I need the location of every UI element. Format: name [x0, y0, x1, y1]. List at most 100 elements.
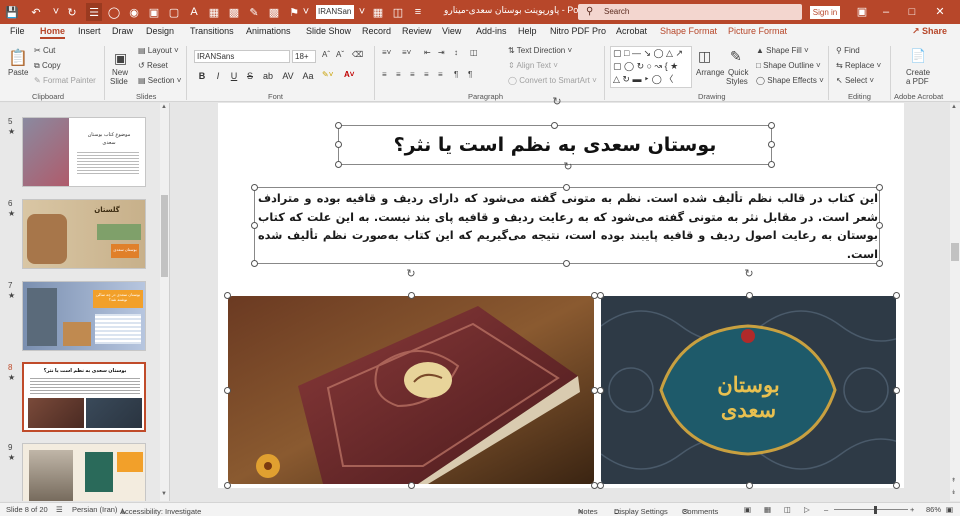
resize-handle[interactable]: [597, 387, 604, 394]
close-icon[interactable]: ✕: [930, 3, 950, 21]
resize-handle[interactable]: [768, 141, 775, 148]
clear-format-icon[interactable]: ⌫: [352, 50, 363, 59]
rtl-icon[interactable]: ¶: [468, 70, 472, 79]
slide-thumbnails-panel[interactable]: 5 ★ موضوع کتاب بوستان سعدی 6 ★ گلستان بو…: [0, 103, 170, 501]
tab-nitro[interactable]: Nitro PDF Pro: [550, 26, 606, 36]
italic-button[interactable]: I: [212, 70, 224, 82]
resize-handle[interactable]: [746, 292, 753, 299]
new-slide-label-2[interactable]: Slide: [110, 77, 128, 86]
calligraphy-picture[interactable]: بوستان سعدی: [601, 296, 896, 484]
scroll-thumb[interactable]: [951, 243, 959, 261]
tab-home[interactable]: Home: [40, 26, 66, 39]
font-size-field[interactable]: 18+: [292, 50, 316, 63]
resize-handle[interactable]: [768, 161, 775, 168]
undo-dropdown-icon[interactable]: ˅: [50, 3, 62, 21]
normal-view-icon[interactable]: ▣: [744, 505, 751, 514]
cut-button[interactable]: ✂ Cut: [34, 46, 55, 55]
create-pdf-icon[interactable]: 📄: [910, 48, 926, 64]
resize-handle[interactable]: [251, 222, 258, 229]
ribbon-options-icon[interactable]: ▣: [852, 3, 872, 21]
thumbnail-slide-8[interactable]: بوستان سعدی به نظم است یا نثر؟: [22, 362, 146, 432]
image-icon[interactable]: ▣: [146, 3, 162, 21]
color-icon[interactable]: ▦: [370, 3, 386, 21]
tab-add-ins[interactable]: Add-ins: [476, 26, 507, 36]
tab-review[interactable]: Review: [402, 26, 432, 36]
numbering-icon[interactable]: ≡˅: [402, 48, 411, 57]
thumbnail-slide-5[interactable]: موضوع کتاب بوستان سعدی: [22, 117, 146, 187]
resize-handle[interactable]: [768, 122, 775, 129]
arrange-icon[interactable]: ◫: [390, 3, 406, 21]
tab-transitions[interactable]: Transitions: [190, 26, 234, 36]
undo-icon[interactable]: ↶: [28, 3, 44, 21]
columns-icon[interactable]: ◫: [470, 48, 478, 57]
replace-button[interactable]: ⇆ Replace ˅: [836, 61, 881, 70]
resize-handle[interactable]: [251, 260, 258, 267]
quick-font-box[interactable]: IRANSan: [316, 5, 354, 19]
new-slide-icon[interactable]: ▣: [114, 50, 127, 67]
ltr-icon[interactable]: ¶: [454, 70, 458, 79]
shape-fill-button[interactable]: ▲ Shape Fill ˅: [756, 46, 809, 55]
save-icon[interactable]: 💾: [4, 3, 20, 21]
find-button[interactable]: ⚲ Find: [836, 46, 860, 55]
shrink-font-icon[interactable]: Aˇ: [336, 50, 344, 59]
layout-button[interactable]: ▤ Layout ˅: [138, 46, 179, 55]
resize-handle[interactable]: [563, 184, 570, 191]
tab-shape-format[interactable]: Shape Format: [660, 26, 717, 36]
scroll-thumb[interactable]: [161, 195, 168, 277]
resize-handle[interactable]: [251, 184, 258, 191]
tab-acrobat[interactable]: Acrobat: [616, 26, 647, 36]
slide-body-text[interactable]: این کتاب در قالب نظم تألیف شده است. نظم …: [258, 190, 878, 264]
font-name-field[interactable]: IRANSans: [194, 50, 290, 63]
increase-indent-icon[interactable]: ⇥: [438, 48, 445, 57]
resize-handle[interactable]: [563, 260, 570, 267]
resize-handle[interactable]: [893, 482, 900, 489]
picture-icon[interactable]: ▩: [266, 3, 282, 21]
rotate-handle-icon[interactable]: ↻: [551, 96, 563, 108]
convert-smartart-button[interactable]: ◯ Convert to SmartArt ˅: [508, 76, 597, 85]
resize-handle[interactable]: [551, 122, 558, 129]
thumbnails-scrollbar[interactable]: ▲ ▼: [160, 103, 169, 501]
reading-view-icon[interactable]: ◫: [784, 505, 791, 514]
create-pdf-label[interactable]: Create: [906, 68, 930, 77]
slide-scrollbar[interactable]: ▲ ↟ ↡: [950, 103, 960, 501]
grow-font-icon[interactable]: Aˆ: [322, 50, 330, 59]
tab-help[interactable]: Help: [518, 26, 537, 36]
line-spacing-icon[interactable]: ↕: [454, 48, 458, 57]
minimize-icon[interactable]: –: [876, 3, 896, 21]
resize-handle[interactable]: [408, 292, 415, 299]
customize-qa-icon[interactable]: ≡: [410, 3, 426, 21]
font-dropdown-icon[interactable]: ˅: [356, 3, 368, 21]
quick-styles-label-2[interactable]: Styles: [726, 77, 748, 86]
zoom-out-icon[interactable]: –: [824, 505, 828, 514]
reset-button[interactable]: ↺ Reset: [138, 61, 168, 70]
format-painter-button[interactable]: ✎ Format Painter: [34, 76, 96, 85]
present-icon[interactable]: ◯: [106, 3, 122, 21]
decrease-indent-icon[interactable]: ⇤: [424, 48, 431, 57]
arrange-icon[interactable]: ◫: [698, 48, 711, 65]
scroll-up-icon[interactable]: ▲: [161, 104, 167, 110]
resize-handle[interactable]: [224, 482, 231, 489]
tab-picture-format[interactable]: Picture Format: [728, 26, 787, 36]
tab-record[interactable]: Record: [362, 26, 391, 36]
thumbnail-slide-7[interactable]: بوستان سعدی در چه سالی نوشته شد؟: [22, 281, 146, 351]
paste-button[interactable]: Paste: [8, 68, 28, 77]
resize-handle[interactable]: [876, 260, 883, 267]
search-box[interactable]: ⚲ Search: [578, 4, 802, 20]
redo-icon[interactable]: ↻: [64, 3, 80, 21]
resize-handle[interactable]: [335, 122, 342, 129]
share-button[interactable]: ↗ Share: [912, 26, 947, 37]
spacing-button[interactable]: AV: [280, 70, 296, 82]
scroll-up-icon[interactable]: ▲: [951, 104, 957, 110]
resize-handle[interactable]: [335, 141, 342, 148]
highlight-icon[interactable]: ✎˅: [322, 70, 333, 79]
select-button[interactable]: ↖ Select ˅: [836, 76, 874, 85]
align-left-icon[interactable]: ≡: [382, 70, 387, 79]
underline-button[interactable]: U: [228, 70, 240, 82]
resize-handle[interactable]: [408, 482, 415, 489]
create-pdf-label-2[interactable]: a PDF: [906, 77, 929, 86]
arrange-button[interactable]: Arrange: [696, 68, 724, 77]
resize-handle[interactable]: [746, 482, 753, 489]
shadow-button[interactable]: ab: [260, 70, 276, 82]
change-case-button[interactable]: Aa: [300, 70, 316, 82]
resize-handle[interactable]: [876, 222, 883, 229]
